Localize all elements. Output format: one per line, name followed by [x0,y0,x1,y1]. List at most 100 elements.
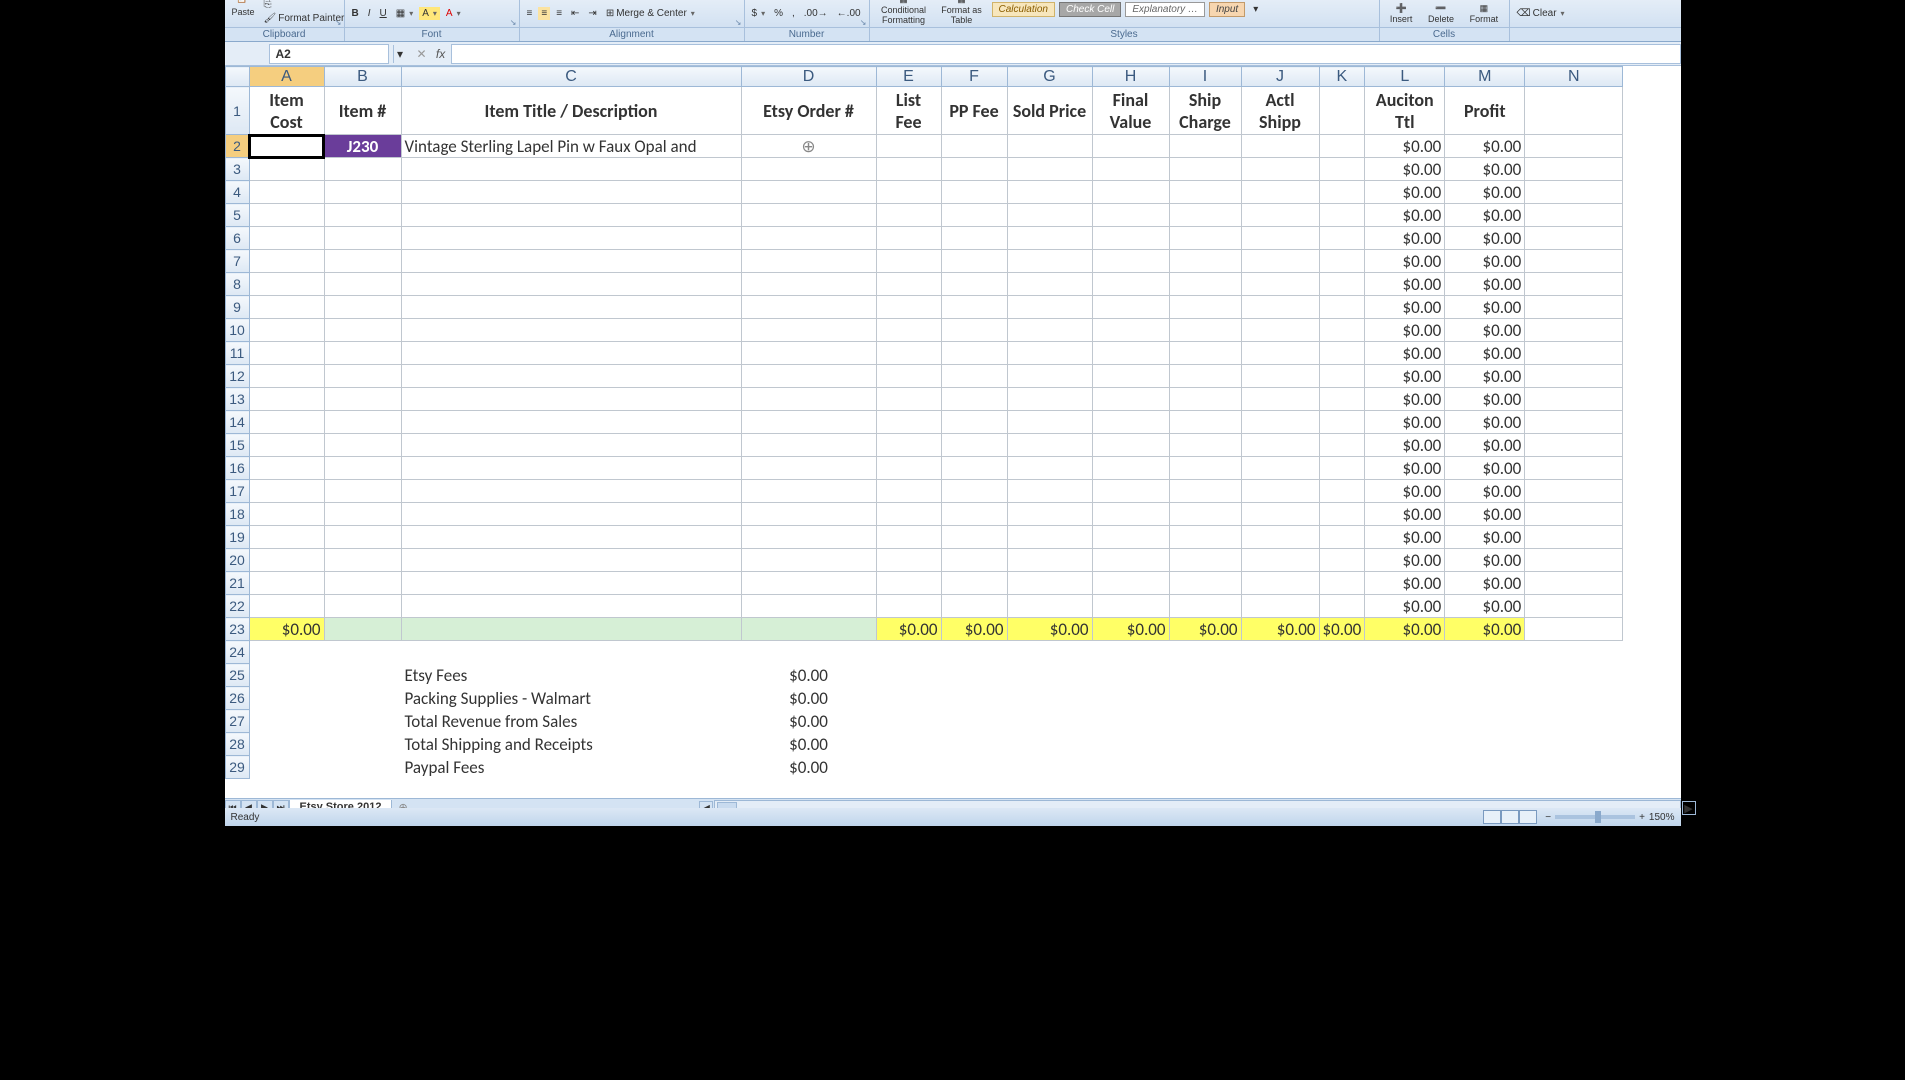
cell-F15[interactable] [941,434,1007,457]
col-header-D[interactable]: D [741,67,876,87]
cell-M28[interactable] [1445,733,1525,756]
row-header-24[interactable]: 24 [225,641,249,664]
cell-H24[interactable] [1092,641,1169,664]
cell-G23[interactable]: $0.00 [1007,618,1092,641]
cell-D29[interactable]: $0.00 [741,756,876,779]
cell-E21[interactable] [876,572,941,595]
cell-M7[interactable]: $0.00 [1445,250,1525,273]
col-header-I[interactable]: I [1169,67,1241,87]
cell-H26[interactable] [1092,687,1169,710]
cell-N10[interactable] [1525,319,1623,342]
cell-A21[interactable] [249,572,324,595]
cell-M12[interactable]: $0.00 [1445,365,1525,388]
cell-B29[interactable] [324,756,401,779]
cell-A22[interactable] [249,595,324,618]
col-header-B[interactable]: B [324,67,401,87]
row-header-3[interactable]: 3 [225,158,249,181]
cell-G18[interactable] [1007,503,1092,526]
cell-E29[interactable] [876,756,941,779]
cell-G19[interactable] [1007,526,1092,549]
cell-D28[interactable]: $0.00 [741,733,876,756]
cell-G26[interactable] [1007,687,1092,710]
cell-F27[interactable] [941,710,1007,733]
cell-D8[interactable] [741,273,876,296]
cell-A14[interactable] [249,411,324,434]
cell-I25[interactable] [1169,664,1241,687]
cell-N2[interactable] [1525,135,1623,158]
cell-F26[interactable] [941,687,1007,710]
cell-J16[interactable] [1241,457,1319,480]
cell-G25[interactable] [1007,664,1092,687]
cell-J27[interactable] [1241,710,1319,733]
cell-C2[interactable]: Vintage Sterling Lapel Pin w Faux Opal a… [401,135,741,158]
cell-C27[interactable]: Total Revenue from Sales [401,710,741,733]
cell-N18[interactable] [1525,503,1623,526]
cell-L24[interactable] [1365,641,1445,664]
cell-M19[interactable]: $0.00 [1445,526,1525,549]
cell-C8[interactable] [401,273,741,296]
col-header-N[interactable]: N [1525,67,1623,87]
cell-D6[interactable] [741,227,876,250]
align-center-button[interactable]: ≡ [538,7,550,20]
cell-L20[interactable]: $0.00 [1365,549,1445,572]
cell-B23[interactable] [324,618,401,641]
cell-M23[interactable]: $0.00 [1445,618,1525,641]
cell-H12[interactable] [1092,365,1169,388]
cell-K20[interactable] [1319,549,1365,572]
cell-M8[interactable]: $0.00 [1445,273,1525,296]
cell-G17[interactable] [1007,480,1092,503]
cell-C23[interactable] [401,618,741,641]
cell-E27[interactable] [876,710,941,733]
row-header-1[interactable]: 1 [225,87,249,135]
cell-N23[interactable] [1525,618,1623,641]
cell-E9[interactable] [876,296,941,319]
cell-A6[interactable] [249,227,324,250]
cell-B5[interactable] [324,204,401,227]
cell-H29[interactable] [1092,756,1169,779]
cell-E19[interactable] [876,526,941,549]
col-header-M[interactable]: M [1445,67,1525,87]
comma-button[interactable]: , [789,7,798,20]
cell-B10[interactable] [324,319,401,342]
cell-D17[interactable] [741,480,876,503]
cell-K8[interactable] [1319,273,1365,296]
cell-L6[interactable]: $0.00 [1365,227,1445,250]
cell-K28[interactable] [1319,733,1365,756]
cell-E4[interactable] [876,181,941,204]
cell-C13[interactable] [401,388,741,411]
cell-L3[interactable]: $0.00 [1365,158,1445,181]
increase-indent-button[interactable]: ⇥ [585,7,599,20]
cell-C18[interactable] [401,503,741,526]
cell-N28[interactable] [1525,733,1623,756]
cell-M20[interactable]: $0.00 [1445,549,1525,572]
cell-A16[interactable] [249,457,324,480]
col-header-K[interactable]: K [1319,67,1365,87]
row-header-20[interactable]: 20 [225,549,249,572]
cell-J13[interactable] [1241,388,1319,411]
spreadsheet-grid[interactable]: ABCDEFGHIJKLMN1ItemCostItem #Item Title … [225,66,1681,798]
cell-F28[interactable] [941,733,1007,756]
cell-C11[interactable] [401,342,741,365]
cell-I9[interactable] [1169,296,1241,319]
cell-A10[interactable] [249,319,324,342]
cell-F29[interactable] [941,756,1007,779]
cell-N17[interactable] [1525,480,1623,503]
cell-M4[interactable]: $0.00 [1445,181,1525,204]
cell-E11[interactable] [876,342,941,365]
zoom-slider[interactable] [1555,815,1635,819]
cell-A24[interactable] [249,641,324,664]
style-input[interactable]: Input [1209,2,1245,17]
cell-C10[interactable] [401,319,741,342]
cell-K26[interactable] [1319,687,1365,710]
cell-D5[interactable] [741,204,876,227]
col-header-G[interactable]: G [1007,67,1092,87]
cell-J3[interactable] [1241,158,1319,181]
cell-N9[interactable] [1525,296,1623,319]
col-header-J[interactable]: J [1241,67,1319,87]
cell-E20[interactable] [876,549,941,572]
cell-F12[interactable] [941,365,1007,388]
cell-I27[interactable] [1169,710,1241,733]
cell-G24[interactable] [1007,641,1092,664]
cell-F17[interactable] [941,480,1007,503]
cell-A7[interactable] [249,250,324,273]
